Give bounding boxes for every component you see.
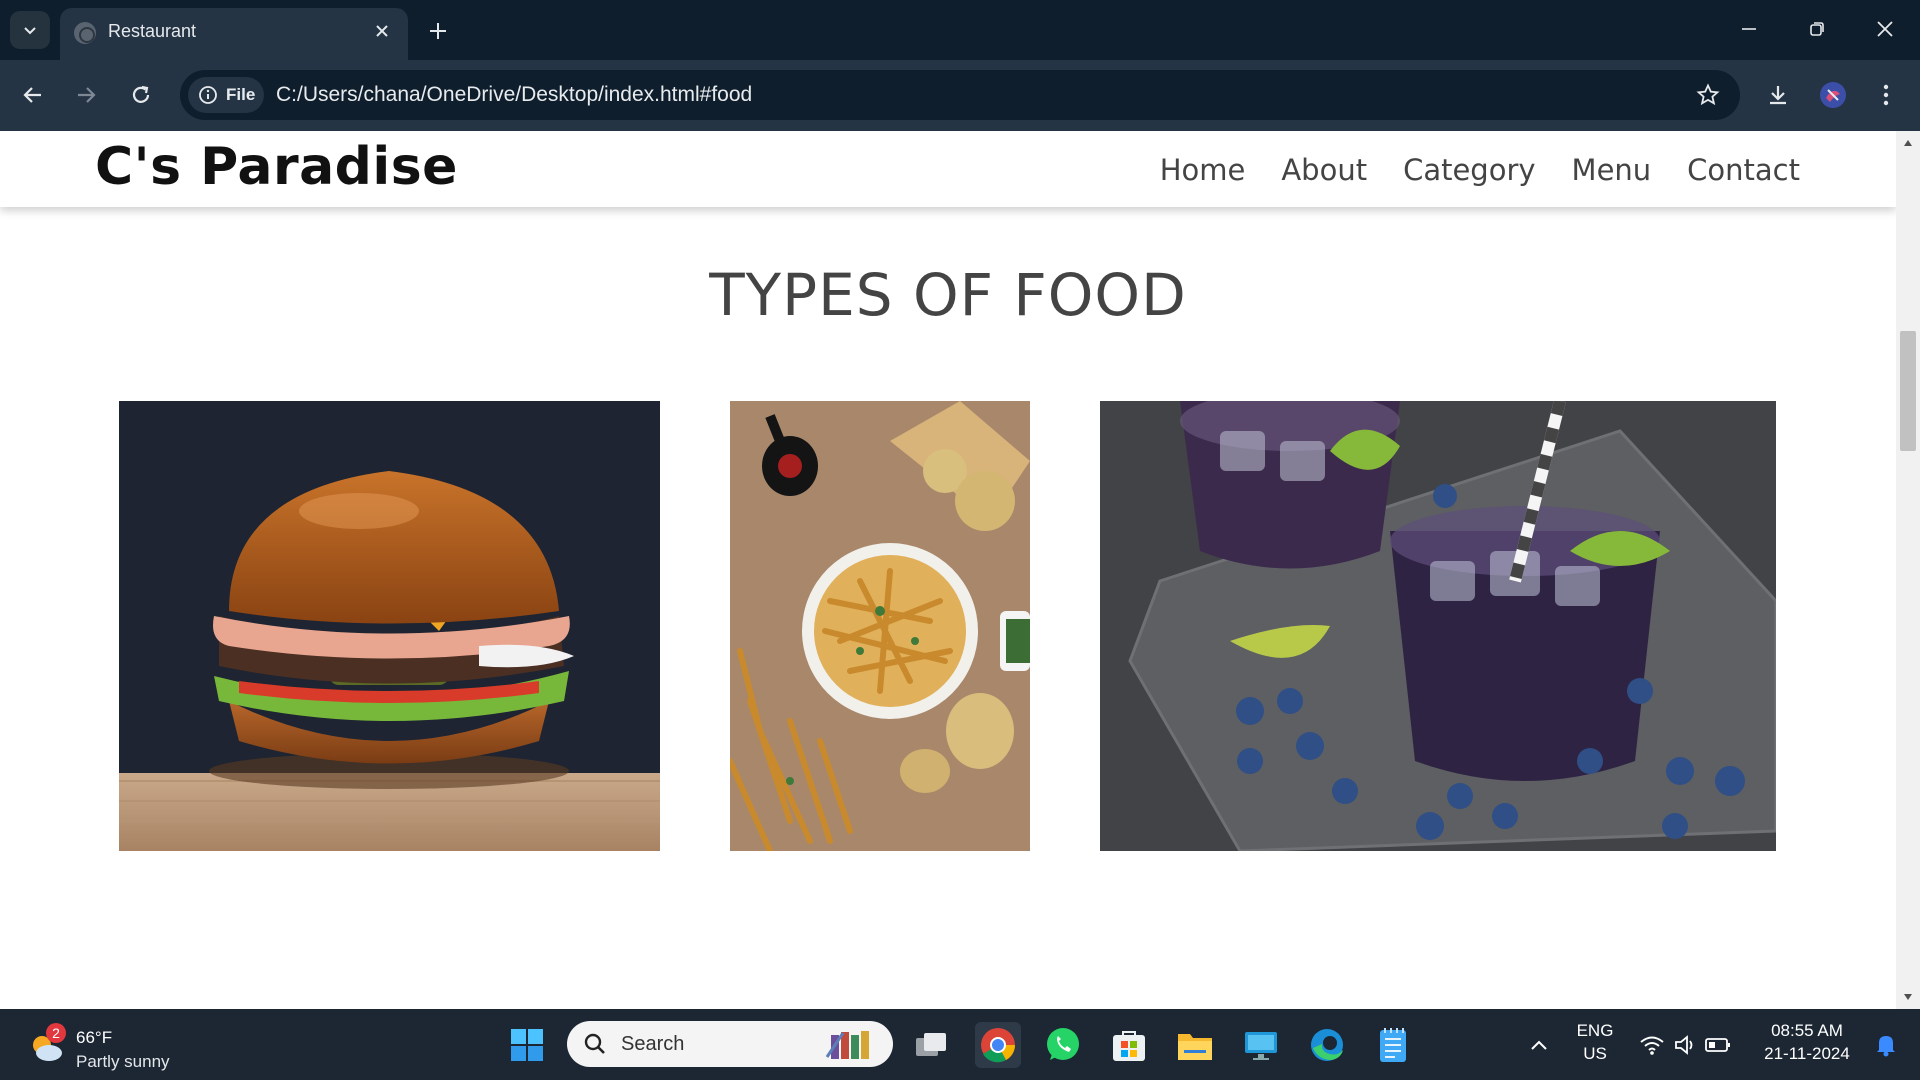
burger-image [119, 401, 660, 851]
start-button[interactable] [504, 1022, 550, 1068]
more-vertical-icon [1883, 84, 1889, 106]
scroll-up-button[interactable] [1896, 133, 1920, 153]
restore-icon [1810, 22, 1824, 36]
tab-title: Restaurant [108, 21, 197, 41]
back-button[interactable] [13, 75, 53, 115]
nav-contact-link[interactable]: Contact [1687, 153, 1800, 187]
bell-icon [1877, 1036, 1895, 1057]
taskbar-microsoft-store[interactable] [1106, 1022, 1152, 1068]
minimize-icon [1742, 28, 1756, 30]
nav-home-link[interactable]: Home [1160, 153, 1246, 187]
taskbar-search[interactable]: Search [567, 1021, 893, 1067]
blueberry-drinks-image [1100, 401, 1776, 851]
browser-toolbar: File C:/Users/chana/OneDrive/Desktop/ind… [0, 60, 1920, 131]
region-code: US [1583, 1044, 1607, 1063]
taskbar-edge[interactable] [1304, 1022, 1350, 1068]
arrow-right-icon [78, 87, 96, 103]
info-icon [199, 86, 217, 104]
clock-time: 08:55 AM [1771, 1021, 1843, 1040]
plus-icon [430, 23, 446, 39]
weather-widget[interactable]: 2 66°F Partly sunny [24, 1017, 184, 1073]
arrow-left-icon [23, 87, 41, 103]
reload-icon [132, 85, 150, 103]
monitor-icon [1245, 1032, 1277, 1060]
restore-button[interactable] [1792, 8, 1842, 50]
show-hidden-icons-button[interactable] [1516, 1022, 1562, 1068]
taskbar-whatsapp[interactable] [1040, 1022, 1086, 1068]
section-title: TYPES OF FOOD [709, 261, 1187, 329]
forward-button[interactable] [66, 75, 106, 115]
url-text[interactable]: C:/Users/chana/OneDrive/Desktop/index.ht… [276, 83, 752, 107]
close-icon [1877, 21, 1893, 37]
minimize-button[interactable] [1724, 8, 1774, 50]
taskbar-file-explorer[interactable] [1172, 1022, 1218, 1068]
wifi-icon [1640, 1036, 1664, 1055]
close-icon [376, 25, 388, 37]
notifications-button[interactable] [1866, 1022, 1906, 1068]
scroll-thumb[interactable] [1900, 331, 1916, 451]
store-icon [1113, 1031, 1145, 1061]
task-view-button[interactable] [908, 1022, 954, 1068]
chrome-icon [981, 1028, 1015, 1063]
tab-close-button[interactable] [368, 17, 396, 45]
browser-menu-button[interactable] [1866, 75, 1906, 115]
scroll-down-button[interactable] [1896, 987, 1920, 1007]
downloads-button[interactable] [1758, 75, 1798, 115]
address-bar[interactable]: File C:/Users/chana/OneDrive/Desktop/ind… [180, 70, 1740, 120]
task-view-icon [916, 1033, 946, 1056]
page-viewport: C's Paradise Home About Category Menu Co… [0, 131, 1896, 1009]
site-logo[interactable]: C's Paradise [95, 137, 458, 197]
bookmark-button[interactable] [1694, 81, 1722, 109]
globe-icon [74, 22, 96, 44]
browser-tab[interactable]: Restaurant [60, 8, 408, 60]
clock[interactable]: 08:55 AM 21-11-2024 [1752, 1021, 1862, 1064]
page-scrollbar[interactable] [1896, 131, 1920, 1009]
site-nav: Home About Category Menu Contact [1160, 153, 1800, 187]
taskbar-chrome[interactable] [975, 1022, 1021, 1068]
language-code: ENG [1576, 1021, 1614, 1040]
triangle-up-icon [1904, 140, 1912, 146]
language-indicator[interactable]: ENG US [1575, 1021, 1615, 1064]
site-header: C's Paradise Home About Category Menu Co… [0, 131, 1896, 207]
search-placeholder: Search [621, 1033, 685, 1055]
folder-icon [1178, 1034, 1212, 1060]
weather-badge: 2 [46, 1023, 66, 1043]
edge-icon [1311, 1029, 1343, 1061]
avatar-icon [1820, 82, 1846, 108]
fries-image [730, 401, 1030, 851]
triangle-down-icon [1904, 994, 1912, 1000]
reload-button[interactable] [121, 75, 161, 115]
system-tray-status[interactable] [1630, 1022, 1740, 1068]
battery-icon [1705, 1038, 1730, 1052]
weather-temperature: 66°F [76, 1028, 113, 1047]
star-icon [1696, 83, 1720, 106]
clock-date: 21-11-2024 [1764, 1044, 1850, 1063]
notepad-icon [1380, 1028, 1406, 1062]
close-window-button[interactable] [1860, 8, 1910, 50]
nav-about-link[interactable]: About [1281, 153, 1367, 187]
whatsapp-icon [1047, 1028, 1079, 1060]
weather-condition: Partly sunny [76, 1052, 170, 1071]
download-icon [1770, 86, 1786, 105]
chevron-down-icon [24, 27, 36, 35]
site-chip-label: File [226, 85, 256, 104]
taskbar-notepad[interactable] [1370, 1022, 1416, 1068]
browser-tab-bar: Restaurant [0, 0, 1920, 60]
windows-taskbar: 2 66°F Partly sunny Search ENG US 08:55 … [0, 1009, 1920, 1080]
profile-button[interactable] [1813, 75, 1853, 115]
new-tab-button[interactable] [418, 14, 458, 48]
site-info-chip[interactable]: File [188, 77, 264, 113]
volume-icon [1675, 1035, 1693, 1055]
nav-menu-link[interactable]: Menu [1572, 153, 1652, 187]
tab-search-button[interactable] [10, 11, 50, 49]
chevron-up-icon [1531, 1040, 1547, 1050]
taskbar-remote-desktop[interactable] [1238, 1022, 1284, 1068]
search-highlight-icon [825, 1031, 869, 1059]
windows-logo-icon [511, 1029, 543, 1061]
search-icon [584, 1033, 605, 1054]
nav-category-link[interactable]: Category [1403, 153, 1535, 187]
